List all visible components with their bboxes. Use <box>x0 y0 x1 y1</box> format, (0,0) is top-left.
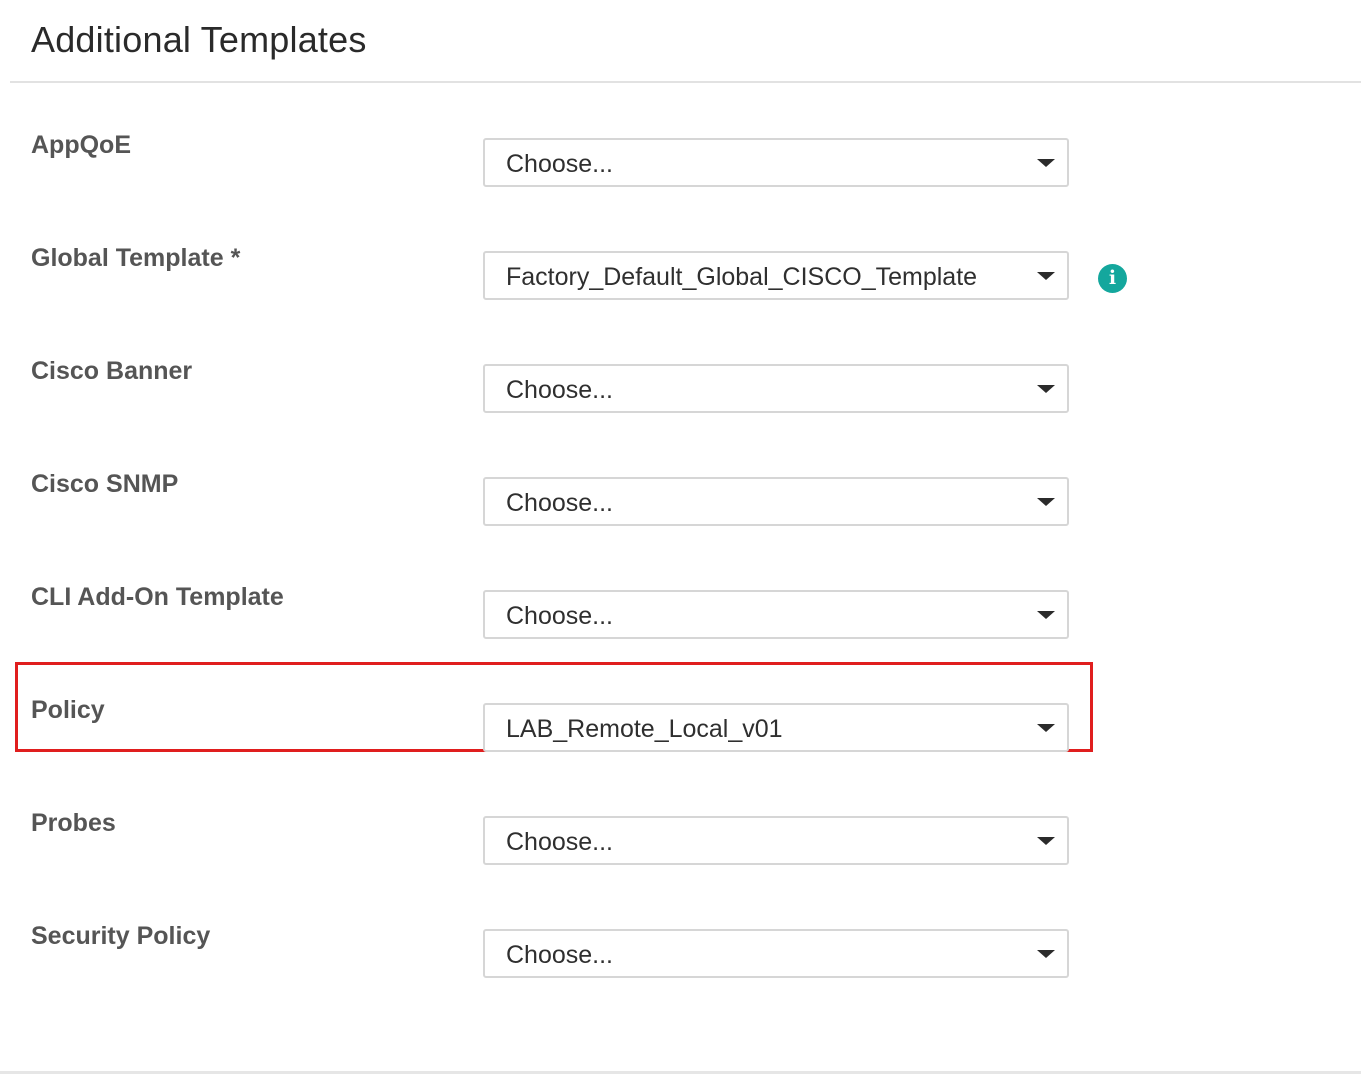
cisco-snmp-select-value: Choose... <box>506 489 614 517</box>
field-label-appqoe: AppQoE <box>31 131 131 159</box>
chevron-down-icon <box>1037 724 1055 732</box>
field-row-cisco-snmp: Cisco SNMP Choose... <box>0 466 1361 526</box>
cli-addon-template-select-value: Choose... <box>506 602 614 630</box>
chevron-down-icon <box>1037 611 1055 619</box>
field-label-security-policy: Security Policy <box>31 922 211 950</box>
policy-select-value: LAB_Remote_Local_v01 <box>506 715 783 743</box>
field-row-security-policy: Security Policy Choose... <box>0 918 1361 978</box>
probes-select-value: Choose... <box>506 828 614 856</box>
field-row-cisco-banner: Cisco Banner Choose... <box>0 353 1361 413</box>
security-policy-select[interactable]: Choose... <box>483 929 1069 978</box>
chevron-down-icon <box>1037 385 1055 393</box>
probes-select[interactable]: Choose... <box>483 816 1069 865</box>
field-row-policy: Policy LAB_Remote_Local_v01 <box>0 692 1361 752</box>
additional-templates-panel: Additional Templates AppQoE Choose... Gl… <box>0 0 1361 1077</box>
title-divider <box>10 81 1361 83</box>
cisco-snmp-select[interactable]: Choose... <box>483 477 1069 526</box>
chevron-down-icon <box>1037 272 1055 280</box>
field-row-cli-addon-template: CLI Add-On Template Choose... <box>0 579 1361 639</box>
field-label-cisco-snmp: Cisco SNMP <box>31 470 179 498</box>
cli-addon-template-select[interactable]: Choose... <box>483 590 1069 639</box>
chevron-down-icon <box>1037 159 1055 167</box>
policy-select[interactable]: LAB_Remote_Local_v01 <box>483 703 1069 752</box>
global-template-select-value: Factory_Default_Global_CISCO_Template <box>506 263 978 291</box>
cisco-banner-select[interactable]: Choose... <box>483 364 1069 413</box>
chevron-down-icon <box>1037 950 1055 958</box>
field-label-probes: Probes <box>31 809 116 837</box>
info-icon[interactable]: i <box>1098 264 1127 293</box>
cisco-banner-select-value: Choose... <box>506 376 614 404</box>
appqoe-select-value: Choose... <box>506 150 614 178</box>
field-label-cisco-banner: Cisco Banner <box>31 357 193 385</box>
field-row-probes: Probes Choose... <box>0 805 1361 865</box>
bottom-divider <box>0 1071 1361 1074</box>
global-template-select[interactable]: Factory_Default_Global_CISCO_Template <box>483 251 1069 300</box>
security-policy-select-value: Choose... <box>506 941 614 969</box>
panel-title: Additional Templates <box>31 19 367 60</box>
chevron-down-icon <box>1037 837 1055 845</box>
chevron-down-icon <box>1037 498 1055 506</box>
field-label-cli-addon-template: CLI Add-On Template <box>31 583 284 611</box>
field-row-global-template: Global Template * Factory_Default_Global… <box>0 240 1361 300</box>
field-label-policy: Policy <box>31 696 105 724</box>
appqoe-select[interactable]: Choose... <box>483 138 1069 187</box>
field-label-global-template: Global Template * <box>31 244 241 272</box>
field-row-appqoe: AppQoE Choose... <box>0 127 1361 187</box>
